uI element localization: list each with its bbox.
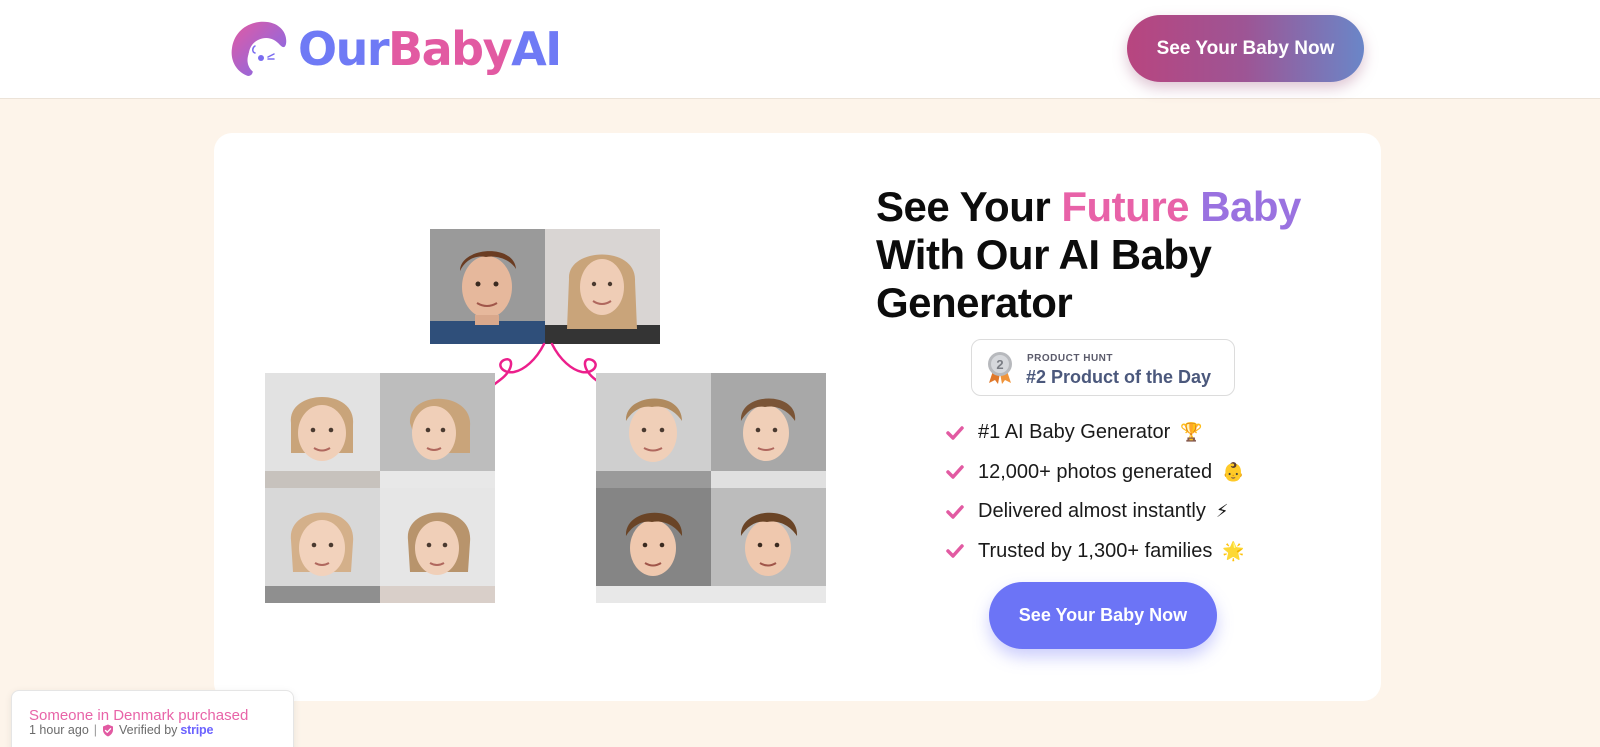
lightning-icon: ⚡ bbox=[1215, 501, 1229, 523]
logo-text-baby: Baby bbox=[388, 22, 513, 76]
notification-time: 1 hour ago bbox=[29, 723, 89, 737]
feature-item: 12,000+ photos generated 👶 bbox=[944, 453, 1245, 493]
divider: | bbox=[93, 723, 98, 737]
logo[interactable]: OurBabyAI bbox=[228, 17, 562, 81]
check-icon bbox=[946, 426, 964, 440]
medal-icon: 2 bbox=[988, 352, 1012, 384]
headline-part1: See Your bbox=[876, 183, 1062, 230]
feature-text: Trusted by 1,300+ families bbox=[978, 539, 1213, 562]
product-hunt-rank: #2 Product of the Day bbox=[1026, 367, 1212, 387]
star-icon: 🌟 bbox=[1222, 540, 1245, 562]
headline-highlight-baby: Baby bbox=[1200, 183, 1301, 230]
verified-label: Verified by bbox=[119, 723, 178, 737]
feature-list: #1 AI Baby Generator 🏆 12,000+ photos ge… bbox=[944, 413, 1245, 571]
check-icon bbox=[946, 544, 964, 558]
shield-check-icon bbox=[103, 724, 114, 736]
purchase-notification[interactable]: Someone in Denmark purchased 1 hour ago … bbox=[11, 690, 294, 747]
product-hunt-label: PRODUCT HUNT bbox=[1027, 353, 1113, 364]
hero-headline: See Your Future Baby With Our AI Baby Gen… bbox=[876, 183, 1356, 327]
feature-item: Delivered almost instantly ⚡ bbox=[944, 492, 1245, 532]
feature-item: Trusted by 1,300+ families 🌟 bbox=[944, 532, 1245, 572]
header-see-baby-button[interactable]: See Your Baby Now bbox=[1127, 15, 1364, 82]
feature-item: #1 AI Baby Generator 🏆 bbox=[944, 413, 1245, 453]
logo-text-our: Our bbox=[298, 22, 390, 76]
notification-meta: 1 hour ago | Verified by stripe bbox=[29, 723, 213, 737]
logo-text-ai: AI bbox=[511, 22, 562, 76]
site-header: OurBabyAI See Your Baby Now bbox=[0, 0, 1600, 99]
baby-logo-icon bbox=[231, 21, 287, 76]
feature-text: 12,000+ photos generated bbox=[978, 460, 1213, 483]
notification-title: Someone in Denmark purchased bbox=[29, 707, 249, 724]
trophy-icon: 🏆 bbox=[1180, 422, 1203, 444]
feature-text: #1 AI Baby Generator bbox=[978, 421, 1171, 444]
product-hunt-badge[interactable]: 2 PRODUCT HUNT #2 Product of the Day bbox=[971, 339, 1235, 396]
feature-text: Delivered almost instantly bbox=[978, 500, 1206, 523]
medal-rank: 2 bbox=[996, 357, 1003, 372]
baby-icon: 👶 bbox=[1222, 461, 1245, 483]
stripe-logo: stripe bbox=[180, 723, 214, 737]
headline-highlight-future: Future bbox=[1061, 183, 1190, 230]
hero-see-baby-button[interactable]: See Your Baby Now bbox=[989, 582, 1217, 649]
check-icon bbox=[946, 465, 964, 479]
logo-text: OurBabyAI bbox=[298, 26, 562, 72]
headline-part2: With Our AI Baby Generator bbox=[876, 231, 1212, 326]
check-icon bbox=[946, 505, 964, 519]
